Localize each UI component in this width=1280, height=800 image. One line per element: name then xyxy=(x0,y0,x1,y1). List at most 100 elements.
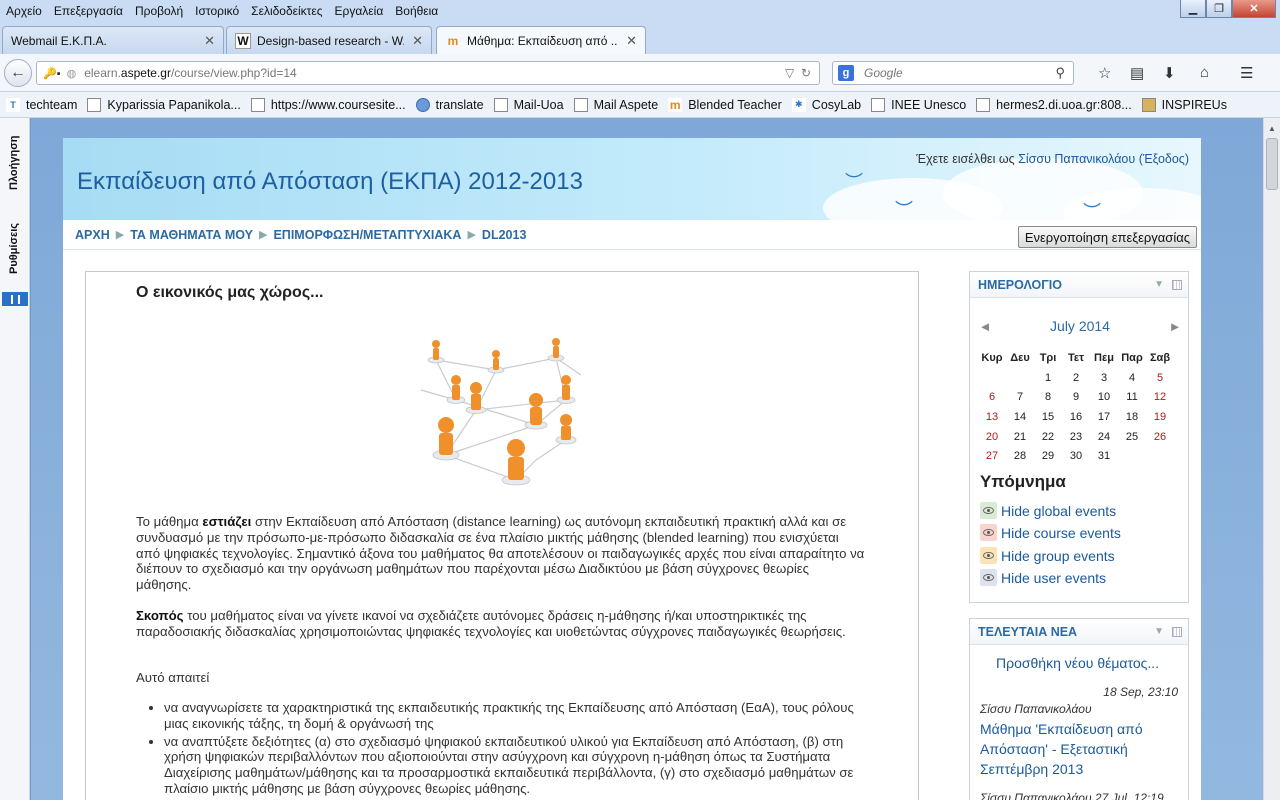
breadcrumb-home[interactable]: ΑΡΧΗ xyxy=(75,228,110,242)
reading-list-icon[interactable]: ▤ xyxy=(1130,64,1144,82)
calendar-day[interactable]: 19 xyxy=(1146,407,1174,427)
sidebar-toggle-icon[interactable] xyxy=(2,292,28,306)
site-identity-icon[interactable]: 🔑▪ xyxy=(43,67,61,80)
dropdown-and-reload-icon[interactable]: ▽ ↻ xyxy=(785,66,811,80)
calendar-day[interactable]: 6 xyxy=(978,388,1006,408)
maximize-icon[interactable]: ❐ xyxy=(1206,0,1232,18)
google-icon[interactable]: g xyxy=(838,65,854,81)
calendar-day[interactable]: 20 xyxy=(978,427,1006,447)
calendar-day[interactable]: 25 xyxy=(1118,427,1146,447)
calendar-weekday: Κυρ xyxy=(981,352,1003,364)
calendar-day[interactable]: 8 xyxy=(1034,388,1062,408)
calendar-day[interactable]: 23 xyxy=(1062,427,1090,447)
breadcrumb-my-courses[interactable]: ΤΑ ΜΑΘΗΜΑΤΑ ΜΟΥ xyxy=(130,228,253,242)
bookmark-coursesite[interactable]: https://www.coursesite... xyxy=(250,97,406,112)
menu-history[interactable]: Ιστορικό xyxy=(189,4,245,18)
calendar-next-month-icon[interactable]: ► xyxy=(1160,319,1190,334)
bookmark-mail-uoa[interactable]: Mail-Uoa xyxy=(493,97,564,112)
vertical-scrollbar[interactable]: ▲ xyxy=(1263,118,1280,800)
bookmark-translate[interactable]: translate xyxy=(415,97,484,112)
calendar-month-link[interactable]: July 2014 xyxy=(1000,318,1160,334)
menu-help[interactable]: Βοήθεια xyxy=(389,4,444,18)
calendar-day[interactable]: 30 xyxy=(1062,446,1090,466)
calendar-day[interactable]: 18 xyxy=(1118,407,1146,427)
search-icon[interactable]: ⚲ xyxy=(1055,65,1065,81)
news-topic-link[interactable]: Μάθημα 'Εκπαίδευση από Απόσταση' - Εξετα… xyxy=(980,719,1180,779)
calendar-day[interactable]: 9 xyxy=(1062,388,1090,408)
breadcrumb-category[interactable]: ΕΠΙΜΟΡΦΩΣΗ/ΜΕΤΑΠΤΥΧΙΑΚΑ xyxy=(273,228,461,242)
close-tab-icon[interactable]: ✕ xyxy=(204,33,215,49)
close-window-icon[interactable]: ✕ xyxy=(1232,0,1276,18)
calendar-day[interactable]: 22 xyxy=(1034,427,1062,447)
menu-edit[interactable]: Επεξεργασία xyxy=(48,4,129,18)
hide-user-events-link[interactable]: Hide user events xyxy=(980,569,1106,586)
sidebar-tab-settings[interactable]: Ρυθμίσεις xyxy=(8,223,20,274)
tab-webmail[interactable]: Webmail Ε.Κ.Π.Α. ✕ xyxy=(2,26,224,54)
bookmark-kyparissia[interactable]: Kyparissia Papanikola... xyxy=(87,97,241,112)
bookmark-hermes2[interactable]: hermes2.di.uoa.gr:808... xyxy=(976,97,1132,112)
back-button[interactable]: ← xyxy=(4,59,32,87)
page-viewport: ︶ ︶ ︶ Εκπαίδευση από Απόσταση (ΕΚΠΑ) 201… xyxy=(31,118,1263,800)
bookmark-inee-unesco[interactable]: INEE Unesco xyxy=(871,97,966,112)
minimize-icon[interactable]: ▁ xyxy=(1180,0,1206,18)
menu-file[interactable]: Αρχείο xyxy=(0,4,48,18)
menu-icon[interactable]: ☰ xyxy=(1240,64,1253,82)
calendar-day[interactable]: 2 xyxy=(1062,368,1090,388)
tab-course[interactable]: m Μάθημα: Εκπαίδευση από ... ✕ xyxy=(436,26,646,54)
bookmark-mail-aspete[interactable]: Mail Aspete xyxy=(573,97,658,112)
menu-view[interactable]: Προβολή xyxy=(129,4,189,18)
calendar-prev-month-icon[interactable]: ◄ xyxy=(970,319,1000,334)
calendar-day[interactable]: 26 xyxy=(1146,427,1174,447)
news-block-title: ΤΕΛΕΥΤΑΙΑ ΝΕΑ xyxy=(978,624,1078,639)
scroll-thumb[interactable] xyxy=(1266,138,1278,190)
hide-course-events-link[interactable]: Hide course events xyxy=(980,524,1121,541)
search-bar[interactable]: g Google ⚲ xyxy=(832,61,1074,85)
tab-design-based-research[interactable]: W Design-based research - W... ✕ xyxy=(226,26,432,54)
calendar-day[interactable]: 21 xyxy=(1006,427,1034,447)
bookmark-star-icon[interactable]: ☆ xyxy=(1098,64,1111,82)
breadcrumb-course[interactable]: DL2013 xyxy=(482,228,526,242)
hide-group-events-link[interactable]: Hide group events xyxy=(980,547,1115,564)
calendar-day[interactable]: 7 xyxy=(1006,388,1034,408)
collapse-icon[interactable]: ▼ xyxy=(1154,279,1164,290)
close-tab-icon[interactable]: ✕ xyxy=(626,33,637,49)
calendar-day[interactable]: 27 xyxy=(978,446,1006,466)
collapse-icon[interactable]: ▼ xyxy=(1154,626,1164,637)
calendar-day[interactable]: 1 xyxy=(1034,368,1062,388)
calendar-day[interactable]: 31 xyxy=(1090,446,1118,466)
calendar-day[interactable]: 5 xyxy=(1146,368,1174,388)
calendar-day[interactable]: 15 xyxy=(1034,407,1062,427)
add-new-topic-link[interactable]: Προσθήκη νέου θέματος... xyxy=(996,655,1159,671)
hide-global-events-link[interactable]: Hide global events xyxy=(980,502,1116,519)
calendar-day[interactable]: 29 xyxy=(1034,446,1062,466)
home-icon[interactable]: ⌂ xyxy=(1200,64,1209,81)
logout-link[interactable]: (Έξοδος) xyxy=(1139,152,1189,166)
calendar-day[interactable]: 17 xyxy=(1090,407,1118,427)
calendar-day[interactable]: 13 xyxy=(978,407,1006,427)
calendar-day[interactable]: 10 xyxy=(1090,388,1118,408)
calendar-day[interactable]: 14 xyxy=(1006,407,1034,427)
calendar-day[interactable]: 3 xyxy=(1090,368,1118,388)
dock-icon[interactable] xyxy=(1172,279,1182,290)
bookmark-blended-teacher[interactable]: m Blended Teacher xyxy=(668,97,782,112)
user-profile-link[interactable]: Σίσσυ Παπανικολάου xyxy=(1018,152,1135,166)
sidebar-tab-navigation[interactable]: Πλοήγηση xyxy=(8,136,20,190)
calendar-day[interactable]: 12 xyxy=(1146,388,1174,408)
menu-bookmarks[interactable]: Σελιδοδείκτες xyxy=(245,4,328,18)
calendar-day[interactable]: 28 xyxy=(1006,446,1034,466)
calendar-day[interactable]: 4 xyxy=(1118,368,1146,388)
page-icon xyxy=(871,97,886,112)
downloads-icon[interactable]: ⬇ xyxy=(1163,64,1176,82)
address-bar[interactable]: 🔑▪ ◍ elearn.aspete.gr/course/view.php?id… xyxy=(36,61,820,85)
bookmark-inspireus[interactable]: INSPIREUs xyxy=(1141,97,1227,112)
calendar-day[interactable]: 24 xyxy=(1090,427,1118,447)
turn-editing-on-button[interactable]: Ενεργοποίηση επεξεργασίας xyxy=(1017,226,1197,248)
scroll-up-icon[interactable]: ▲ xyxy=(1264,120,1280,136)
close-tab-icon[interactable]: ✕ xyxy=(412,33,423,49)
calendar-day[interactable]: 16 xyxy=(1062,407,1090,427)
menu-tools[interactable]: Εργαλεία xyxy=(329,4,390,18)
dock-icon[interactable] xyxy=(1172,626,1182,637)
calendar-day[interactable]: 11 xyxy=(1118,388,1146,408)
bookmark-cosylab[interactable]: ✱ CosyLab xyxy=(791,97,861,112)
bookmark-techteam[interactable]: Ttechteam xyxy=(6,97,77,112)
